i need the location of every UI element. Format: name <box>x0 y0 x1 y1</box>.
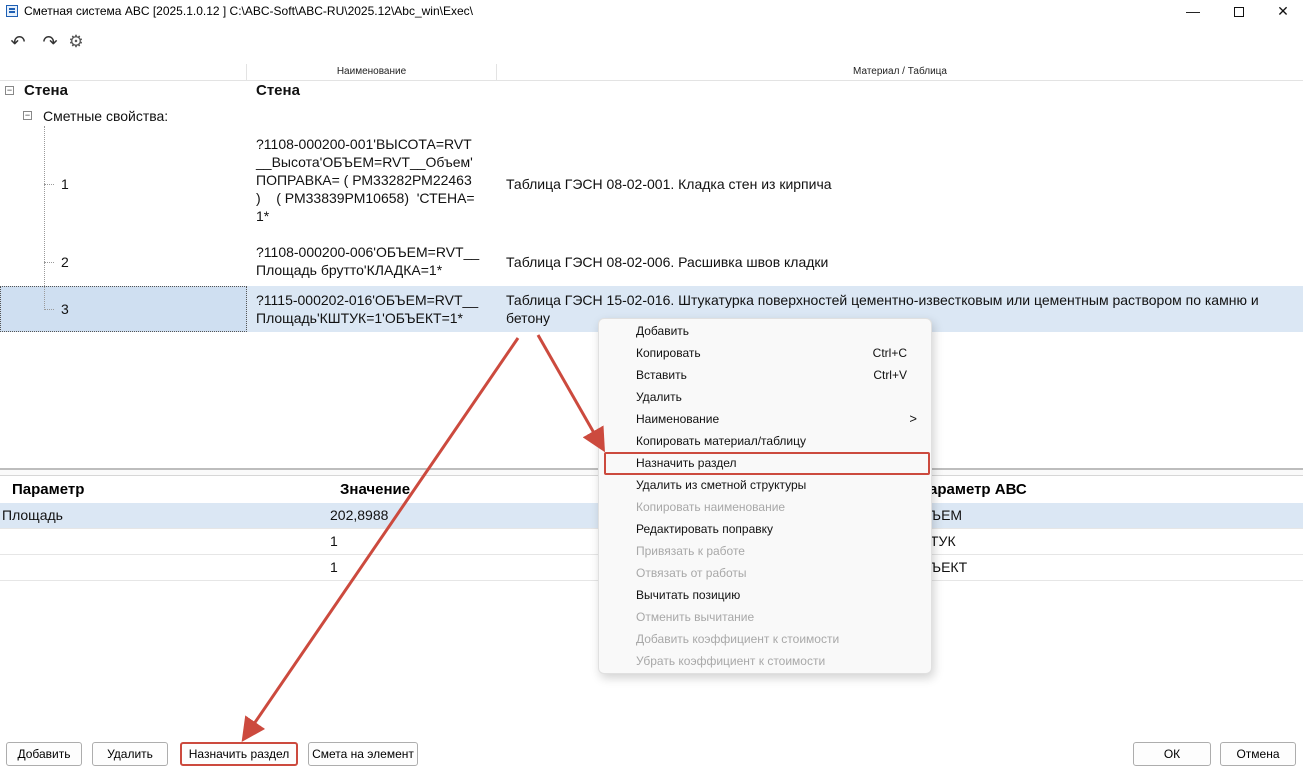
menu-item-cancel-subtraction[interactable]: Отменить вычитание <box>599 606 931 628</box>
name-line: ПОПРАВКА= ( РМ33282РМ22463 <box>256 172 472 188</box>
collapse-icon[interactable]: − <box>23 111 32 120</box>
material-line: Таблица ГЭСН 15-02-016. Штукатурка повер… <box>506 292 1259 308</box>
name-line: Площадь'КШТУК=1'ОБЪЕКТ=1* <box>256 310 463 326</box>
ok-button[interactable]: ОК <box>1133 742 1211 766</box>
menu-item-label: Добавить коэффициент к стоимости <box>636 632 840 646</box>
tree-row-name[interactable]: ?1108-000200-006'ОБЪЕМ=RVT__ Площадь бру… <box>256 243 479 279</box>
menu-item-copy-name[interactable]: Копировать наименование <box>599 496 931 518</box>
menu-item-label: Привязать к работе <box>636 544 745 558</box>
param-abc: ЪЕКТ <box>930 559 968 575</box>
menu-item-label: Копировать наименование <box>636 500 786 514</box>
menu-item-bind-to-work[interactable]: Привязать к работе <box>599 540 931 562</box>
tree-row-number[interactable]: 2 <box>61 253 69 271</box>
menu-item-label: Добавить <box>636 324 690 338</box>
tree-row-name[interactable]: ?1108-000200-001'ВЫСОТА=RVT __Высота'ОБЪ… <box>256 135 475 225</box>
name-line: Площадь брутто'КЛАДКА=1* <box>256 262 443 278</box>
window-title: Сметная система ABC [2025.1.0.12 ] C:\AB… <box>24 4 473 18</box>
assign-section-button[interactable]: Назначить раздел <box>180 742 298 766</box>
menu-item-label: Удалить <box>636 390 682 404</box>
menu-item-label: Отменить вычитание <box>636 610 755 624</box>
menu-item-label: Убрать коэффициент к стоимости <box>636 654 826 668</box>
submenu-chevron-icon: > <box>909 411 917 426</box>
redo-icon[interactable]: ↷ <box>38 30 62 54</box>
name-line: 1* <box>256 208 270 224</box>
param-abc: ТУК <box>930 533 956 549</box>
menu-item-label: Копировать <box>636 346 701 360</box>
menu-item-edit-correction[interactable]: Редактировать поправку <box>599 518 931 540</box>
menu-item-label: Копировать материал/таблицу <box>636 434 806 448</box>
estimate-on-element-button[interactable]: Смета на элемент <box>308 742 418 766</box>
menu-item-label: Наименование <box>636 412 720 426</box>
menu-item-copy[interactable]: Копировать Ctrl+C <box>599 342 931 364</box>
tree-group-label[interactable]: Сметные свойства: <box>43 107 168 125</box>
cancel-button[interactable]: Отмена <box>1220 742 1296 766</box>
menu-item-label: Отвязать от работы <box>636 566 747 580</box>
menu-item-add-cost-coefficient[interactable]: Добавить коэффициент к стоимости <box>599 628 931 650</box>
tree-row-material[interactable]: Таблица ГЭСН 08-02-001. Кладка стен из к… <box>506 175 832 193</box>
tree-header-name[interactable]: Наименование <box>247 64 497 81</box>
tree-connector <box>44 184 54 185</box>
maximize-button[interactable] <box>1216 0 1262 24</box>
name-line: __Высота'ОБЪЕМ=RVT__Объем' <box>256 154 473 170</box>
minimize-button[interactable]: — <box>1170 0 1216 24</box>
menu-item-remove-from-structure[interactable]: Удалить из сметной структуры <box>599 474 931 496</box>
context-menu: Добавить Копировать Ctrl+C Вставить Ctrl+V… <box>598 318 932 674</box>
collapse-icon[interactable]: − <box>5 86 14 95</box>
tree-header-material[interactable]: Материал / Таблица <box>497 64 1303 81</box>
annotation-arrow-to-menu <box>536 334 605 453</box>
menu-item-remove-cost-coefficient[interactable]: Убрать коэффициент к стоимости <box>599 650 931 672</box>
title-bar: Сметная система ABC [2025.1.0.12 ] C:\AB… <box>0 0 1303 24</box>
close-button[interactable]: ✕ <box>1260 0 1303 24</box>
menu-item-label: Вставить <box>636 368 687 382</box>
tree-connector <box>44 309 54 310</box>
add-button[interactable]: Добавить <box>6 742 82 766</box>
menu-item-label: Вычитать позицию <box>636 588 741 602</box>
selected-row-key-cell[interactable] <box>0 286 247 332</box>
menu-item-label: Удалить из сметной структуры <box>636 478 807 492</box>
undo-icon[interactable]: ↶ <box>6 30 30 54</box>
menu-item-add[interactable]: Добавить <box>599 320 931 342</box>
menu-item-label: Редактировать поправку <box>636 522 774 536</box>
name-line: ?1115-000202-016'ОБЪЕМ=RVT__ <box>256 292 479 308</box>
tree-root-label[interactable]: Стена <box>24 82 68 100</box>
param-value: 1 <box>330 559 338 575</box>
menu-item-copy-material[interactable]: Копировать материал/таблицу <box>599 430 931 452</box>
param-value: 1 <box>330 533 338 549</box>
tree-row-number[interactable]: 1 <box>61 175 69 193</box>
settings-gears-icon[interactable]: ⚙ <box>64 30 88 54</box>
delete-button[interactable]: Удалить <box>92 742 168 766</box>
tree-row-material[interactable]: Таблица ГЭСН 08-02-006. Расшивка швов кл… <box>506 253 828 271</box>
tree-root-name: Стена <box>256 82 300 99</box>
app-icon <box>6 5 18 17</box>
menu-item-shortcut: Ctrl+V <box>873 368 907 382</box>
tree-row-name[interactable]: ?1115-000202-016'ОБЪЕМ=RVT__ Площадь'КШТ… <box>256 291 478 327</box>
menu-item-unbind-from-work[interactable]: Отвязать от работы <box>599 562 931 584</box>
params-header-abc[interactable]: араметр АВС <box>925 478 1303 502</box>
menu-item-paste[interactable]: Вставить Ctrl+V <box>599 364 931 386</box>
menu-item-shortcut: Ctrl+C <box>872 346 907 360</box>
param-abc: ЪЕМ <box>930 507 963 523</box>
maximize-icon <box>1234 7 1244 18</box>
tree-header-key[interactable] <box>0 64 247 81</box>
annotation-highlight-box <box>604 452 930 475</box>
name-line: ?1108-000200-006'ОБЪЕМ=RVT__ <box>256 244 480 260</box>
param-value: 202,8988 <box>330 507 389 523</box>
menu-item-subtract-position[interactable]: Вычитать позицию <box>599 584 931 606</box>
toolbar: ↶ ↷ ⚙ <box>0 26 1303 60</box>
menu-item-delete[interactable]: Удалить <box>599 386 931 408</box>
menu-item-name[interactable]: Наименование > <box>599 408 931 430</box>
name-line: ?1108-000200-001'ВЫСОТА=RVT <box>256 136 472 152</box>
tree-row-number[interactable]: 3 <box>61 300 69 318</box>
tree-connector <box>44 262 54 263</box>
tree-connector <box>44 126 45 310</box>
params-header-param[interactable]: Параметр <box>0 478 325 502</box>
param-name: Площадь <box>2 507 63 523</box>
name-line: ) ( РМ33839РМ10658) 'СТЕНА= <box>256 190 475 206</box>
